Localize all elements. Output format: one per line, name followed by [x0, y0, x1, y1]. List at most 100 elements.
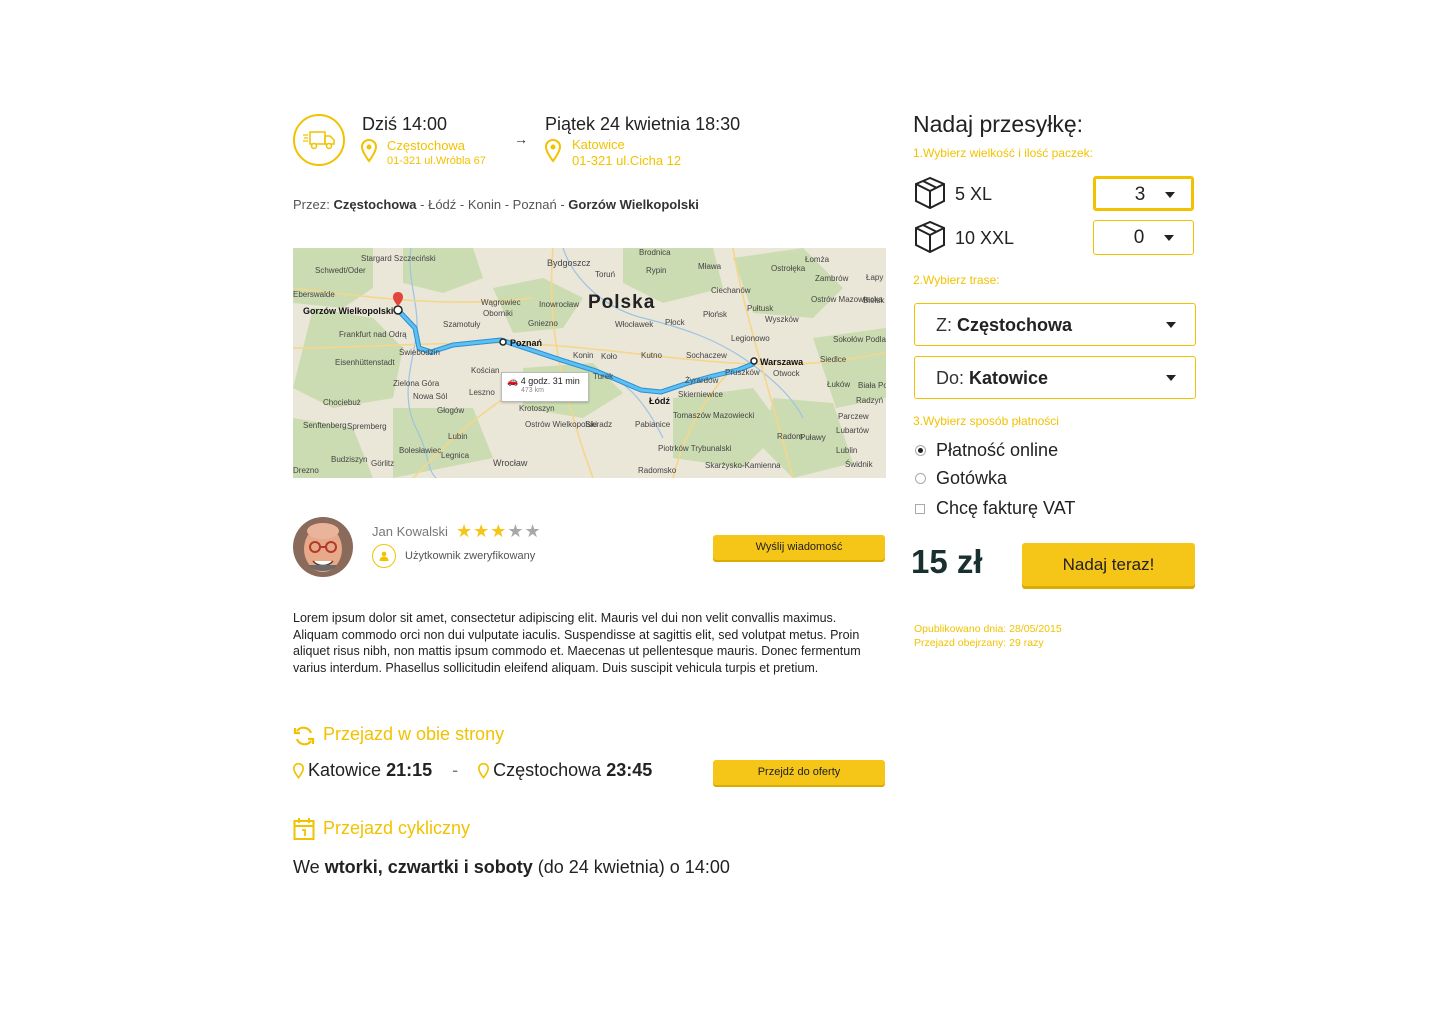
map-label-lomza: Łomża — [805, 255, 830, 264]
map-label-lukow: Łuków — [827, 380, 851, 389]
map-label-pulawy: Puławy — [800, 433, 826, 442]
map-label-tomaszow: Tomaszów Mazowiecki — [673, 411, 755, 420]
star-filled-icon: ★★★ — [456, 521, 508, 541]
route-distance: 473 km — [521, 387, 544, 394]
departure-address: 01-321 ul.Wróbla 67 — [387, 155, 486, 167]
caret-down-icon — [1165, 192, 1175, 198]
map-label-poznan: Poznań — [510, 338, 543, 348]
verified-label: Użytkownik zweryfikowany — [405, 550, 536, 562]
via-end: Gorzów Wielkopolski — [568, 197, 699, 212]
map-label-skarzysko: Skarżysko-Kamienna — [705, 461, 781, 470]
map-label-glogow: Głogów — [437, 406, 465, 415]
map-label-brodnica: Brodnica — [639, 248, 671, 257]
step-3-label: 3.Wybierz sposób płatności — [913, 414, 1059, 428]
map-label-piotrkow: Piotrków Trybunalski — [658, 444, 732, 453]
avatar[interactable] — [293, 517, 353, 577]
payment-cash-option[interactable]: Gotówka — [915, 468, 1007, 489]
step-2-label: 2.Wybierz trase: — [913, 273, 1000, 287]
map-label-wroclaw: Wrocław — [493, 458, 528, 468]
location-pin-icon — [545, 139, 561, 163]
arrival-city: Katowice — [572, 137, 625, 152]
map-label-schwedt: Schwedt/Oder — [315, 266, 366, 275]
truck-icon — [293, 114, 345, 166]
map-label-otwock: Otwock — [773, 369, 800, 378]
map-label-sochaczew: Sochaczew — [686, 351, 727, 360]
arrow-right-icon: → — [514, 131, 528, 147]
return-to-time: 23:45 — [606, 760, 653, 780]
map-label-stargard: Stargard Szczeciński — [361, 254, 436, 263]
map-label-konin: Konin — [573, 351, 594, 360]
via-label: Przez: — [293, 197, 330, 212]
map-label-wagrowiec: Wągrowiec — [481, 298, 521, 307]
from-city-select[interactable]: Z: Częstochowa — [914, 303, 1196, 346]
map-label-siedlce: Siedlce — [820, 355, 847, 364]
map-label-radom: Radom — [777, 432, 803, 441]
map-label-lubin: Lubin — [448, 432, 468, 441]
map-label-spremberg: Spremberg — [347, 422, 387, 431]
send-now-button[interactable]: Nadaj teraz! — [1022, 543, 1195, 586]
via-start: Częstochowa — [333, 197, 417, 212]
map-label-legnica: Legnica — [441, 451, 470, 460]
invoice-checkbox[interactable] — [915, 503, 925, 514]
map-label-eberswalde: Eberswalde — [293, 290, 335, 299]
return-to-city: Częstochowa — [493, 760, 602, 780]
map-label-radomsko: Radomsko — [638, 466, 677, 475]
map-label-lapy: Łapy — [866, 273, 884, 282]
location-pin-icon — [478, 762, 490, 779]
to-prefix: Do: — [936, 368, 970, 388]
map-label-biala: Biała Podlaska — [858, 381, 886, 390]
user-name[interactable]: Jan Kowalski — [372, 524, 448, 539]
map-label-senftenberg: Senftenberg — [303, 421, 347, 430]
map-label-oborniki: Oborniki — [483, 309, 513, 318]
map-label-bydgoszcz: Bydgoszcz — [547, 258, 591, 268]
route-info-box: 🚗 4 godz. 31 min 473 km — [501, 372, 589, 402]
invoice-option[interactable]: Chcę fakturę VAT — [915, 498, 1075, 519]
map-label-legionowo: Legionowo — [731, 334, 770, 343]
map-label-pabianice: Pabianice — [635, 420, 671, 429]
invoice-label: Chcę fakturę VAT — [936, 498, 1076, 518]
route-map[interactable]: Polska Gorzów Wielkopolski Poznań Warsza… — [293, 248, 886, 478]
payment-cash-label: Gotówka — [936, 468, 1008, 488]
map-label-turek: Turek — [593, 372, 614, 381]
return-from-time: 21:15 — [386, 760, 433, 780]
from-prefix: Z: — [936, 315, 957, 335]
map-label-lubartow: Lubartów — [836, 426, 869, 435]
map-label-nowasol: Nowa Sól — [413, 392, 448, 401]
map-label-kolo: Koło — [601, 352, 618, 361]
map-label-szamotuly: Szamotuły — [443, 320, 481, 329]
star-empty-icon: ★★ — [507, 521, 542, 541]
go-to-offer-button[interactable]: Przejdź do oferty — [713, 760, 885, 785]
map-label-boleslawiec: Bolesławiec — [399, 446, 442, 455]
map-label-eisenhuttenstadt: Eisenhüttenstadt — [335, 358, 395, 367]
map-label-lodz: Łódź — [649, 396, 670, 406]
map-label-ostrowmaz: Ostrów Mazowiecka — [811, 295, 883, 304]
package-qty-select[interactable]: 0 — [1093, 220, 1194, 255]
send-message-button[interactable]: Wyślij wiadomość — [713, 535, 885, 560]
caret-down-icon — [1166, 375, 1176, 381]
map-label-lublin: Lublin — [836, 446, 858, 455]
arrival-address: 01-321 ul.Cicha 12 — [572, 153, 682, 168]
map-label-frankfurt: Frankfurt nad Odrą — [339, 330, 407, 339]
package-qty-select[interactable]: 3 — [1093, 176, 1194, 211]
return-trip-times: Katowice 21:15 - Częstochowa 23:45 — [293, 760, 652, 781]
to-city-select[interactable]: Do: Katowice — [914, 356, 1196, 399]
package-size-label: 5 XL — [955, 184, 993, 204]
published-date: Opublikowano dnia: 28/05/2015 — [914, 623, 1062, 635]
map-label-ostroleka: Ostrołęka — [771, 264, 806, 273]
map-label-pultusk: Pułtusk — [747, 304, 774, 313]
description-text: Lorem ipsum dolor sit amet, consectetur … — [293, 611, 861, 675]
user-rating: ★★★★★ — [456, 521, 542, 542]
price: 15 zł — [911, 543, 983, 580]
map-label-kutno: Kutno — [641, 351, 662, 360]
payment-online-option[interactable]: Płatność online — [915, 440, 1058, 461]
cyclic-trip-title: Przejazd cykliczny — [323, 818, 471, 838]
map-label-skierniewice: Skierniewice — [678, 390, 723, 399]
map-label-plock: Płock — [665, 318, 685, 327]
map-label-budziszyn: Budziszyn — [331, 455, 368, 464]
map-label-koscian: Kościan — [471, 366, 500, 375]
map-label-torun: Toruń — [595, 270, 616, 279]
radio-selected[interactable] — [915, 445, 926, 456]
radio-unselected[interactable] — [915, 473, 926, 484]
return-from-city: Katowice — [308, 760, 382, 780]
refresh-icon — [293, 726, 315, 746]
